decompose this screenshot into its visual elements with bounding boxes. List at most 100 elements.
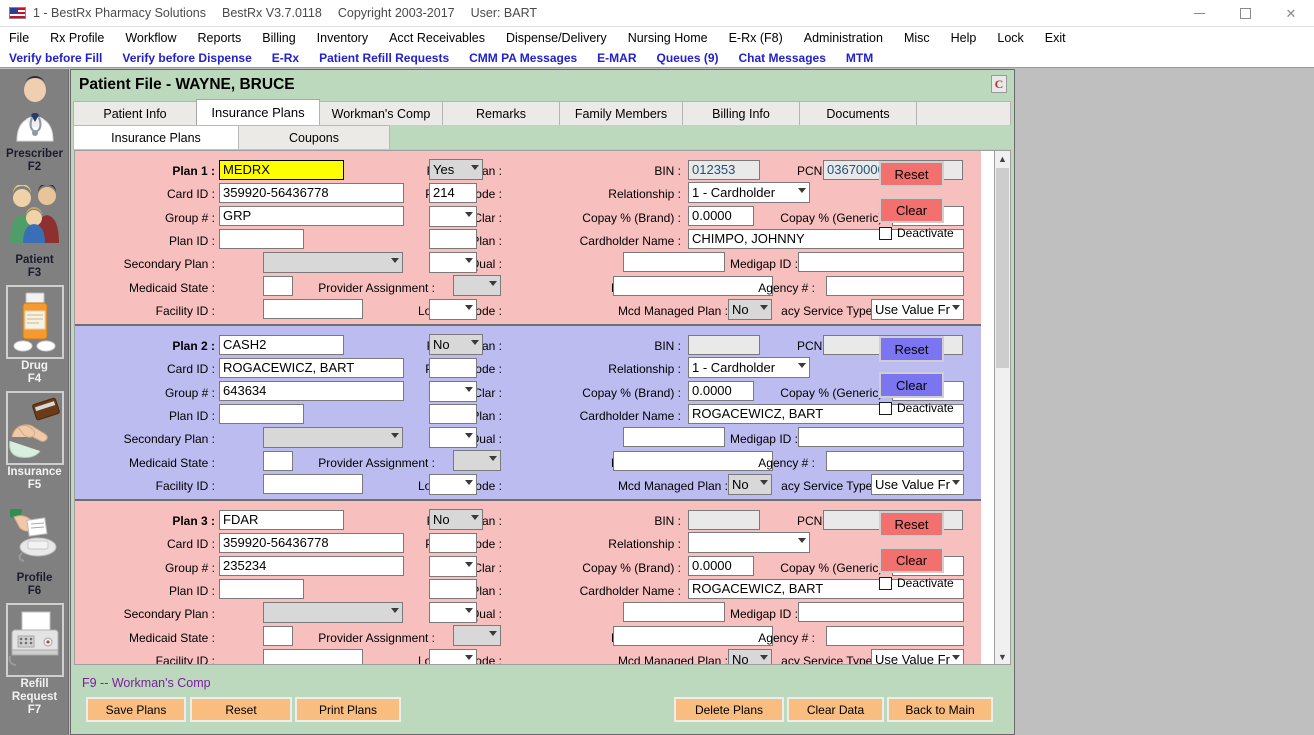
agency-input[interactable] — [826, 276, 964, 296]
quicklink-queues-9[interactable]: Queues (9) — [657, 51, 719, 65]
bin-input[interactable] — [688, 335, 760, 355]
quicklink-patient-refill-requests[interactable]: Patient Refill Requests — [319, 51, 449, 65]
medicaid-state-input[interactable] — [263, 276, 293, 296]
maximize-button[interactable] — [1222, 0, 1268, 27]
medicaid-state-input[interactable] — [263, 626, 293, 646]
menu-item-reports[interactable]: Reports — [198, 31, 242, 45]
home-plan-input[interactable] — [429, 229, 477, 249]
location-code-select[interactable] — [429, 474, 477, 495]
menu-item-workflow[interactable]: Workflow — [125, 31, 176, 45]
primary-plan-select[interactable]: No — [429, 509, 483, 530]
location-code-select[interactable] — [429, 649, 477, 665]
menu-item-billing[interactable]: Billing — [262, 31, 295, 45]
plan-id-input[interactable] — [219, 579, 304, 599]
button-save-plans[interactable]: Save Plans — [86, 697, 186, 722]
copay-brand-input[interactable]: 0.0000 — [688, 381, 754, 401]
mcd-managed-plan-select[interactable]: No — [728, 299, 772, 320]
deactivate-checkbox[interactable] — [879, 577, 892, 590]
pharmacy-service-type-select[interactable]: Use Value Fr — [871, 299, 964, 320]
secondary-plan-select[interactable] — [263, 602, 403, 623]
subtab-coupons[interactable]: Coupons — [238, 125, 390, 149]
tab-family-members[interactable]: Family Members — [559, 101, 683, 125]
home-plan-input[interactable] — [429, 579, 477, 599]
elig-clar-select[interactable] — [429, 381, 477, 402]
menu-item-misc[interactable]: Misc — [904, 31, 930, 45]
plan-clear-button[interactable]: Clear — [879, 372, 944, 398]
plans-vertical-scrollbar[interactable]: ▲ ▼ — [994, 150, 1011, 665]
provider-assignment-select[interactable] — [453, 275, 501, 296]
scrollbar-thumb[interactable] — [996, 168, 1009, 368]
minimize-button[interactable] — [1176, 0, 1222, 27]
sidebar-item-insurance[interactable]: InsuranceF5 — [0, 391, 69, 494]
elig-clar-select[interactable] — [429, 556, 477, 577]
primary-plan-select[interactable]: No — [429, 334, 483, 355]
plan-clear-button[interactable]: Clear — [879, 197, 944, 223]
card-id-input[interactable]: 359920-56436778 — [219, 183, 404, 203]
agency-input[interactable] — [826, 451, 964, 471]
button-clear-data[interactable]: Clear Data — [787, 697, 884, 722]
group-input[interactable]: 643634 — [219, 381, 404, 401]
medicaid-id-input[interactable] — [613, 276, 773, 296]
deactivate-checkbox[interactable] — [879, 227, 892, 240]
person-code-input[interactable] — [429, 358, 477, 378]
plan-reset-button[interactable]: Reset — [879, 161, 944, 187]
tab-documents[interactable]: Documents — [799, 101, 917, 125]
bin-input[interactable]: 012353 — [688, 160, 760, 180]
menu-item-acct-receivables[interactable]: Acct Receivables — [389, 31, 485, 45]
plan-reset-button[interactable]: Reset — [879, 336, 944, 362]
op-id-input[interactable] — [623, 602, 725, 622]
menu-item-administration[interactable]: Administration — [804, 31, 883, 45]
quicklink-verify-before-dispense[interactable]: Verify before Dispense — [122, 51, 251, 65]
quicklink-chat-messages[interactable]: Chat Messages — [739, 51, 826, 65]
pharmacy-service-type-select[interactable]: Use Value Fr — [871, 474, 964, 495]
plan-id-input[interactable] — [219, 229, 304, 249]
tab-billing-info[interactable]: Billing Info — [682, 101, 800, 125]
plan-name-input[interactable]: FDAR — [219, 510, 344, 530]
op-id-input[interactable] — [623, 252, 725, 272]
op-id-qual-select[interactable] — [429, 602, 477, 623]
close-button[interactable]: ✕ — [1268, 0, 1314, 27]
deactivate-checkbox[interactable] — [879, 402, 892, 415]
secondary-plan-select[interactable] — [263, 252, 403, 273]
relationship-select[interactable]: 1 - Cardholder — [688, 182, 810, 203]
copay-brand-input[interactable]: 0.0000 — [688, 556, 754, 576]
plan-name-input[interactable]: CASH2 — [219, 335, 344, 355]
menu-item-inventory[interactable]: Inventory — [317, 31, 368, 45]
group-input[interactable]: GRP — [219, 206, 404, 226]
person-code-input[interactable]: 214 — [429, 183, 477, 203]
op-id-qual-select[interactable] — [429, 252, 477, 273]
menu-item-e-rx-f8[interactable]: E-Rx (F8) — [729, 31, 783, 45]
menu-item-lock[interactable]: Lock — [997, 31, 1023, 45]
menu-item-file[interactable]: File — [9, 31, 29, 45]
sidebar-item-profile[interactable]: ProfileF6 — [0, 497, 69, 600]
group-input[interactable]: 235234 — [219, 556, 404, 576]
copay-brand-input[interactable]: 0.0000 — [688, 206, 754, 226]
menu-item-rx-profile[interactable]: Rx Profile — [50, 31, 104, 45]
quicklink-cmm-pa-messages[interactable]: CMM PA Messages — [469, 51, 577, 65]
facility-id-input[interactable] — [263, 299, 363, 319]
menu-item-dispense-delivery[interactable]: Dispense/Delivery — [506, 31, 607, 45]
menu-item-exit[interactable]: Exit — [1045, 31, 1066, 45]
op-id-qual-select[interactable] — [429, 427, 477, 448]
plan-id-input[interactable] — [219, 404, 304, 424]
subtab-insurance-plans[interactable]: Insurance Plans — [73, 125, 239, 149]
medicaid-state-input[interactable] — [263, 451, 293, 471]
medigap-id-input[interactable] — [798, 427, 964, 447]
secondary-plan-select[interactable] — [263, 427, 403, 448]
corner-c-badge[interactable]: C — [991, 75, 1007, 93]
quicklink-mtm[interactable]: MTM — [846, 51, 873, 65]
primary-plan-select[interactable]: Yes — [429, 159, 483, 180]
op-id-input[interactable] — [623, 427, 725, 447]
medicaid-id-input[interactable] — [613, 626, 773, 646]
medigap-id-input[interactable] — [798, 252, 964, 272]
tab-insurance-plans[interactable]: Insurance Plans — [196, 99, 320, 125]
button-back-to-main[interactable]: Back to Main — [887, 697, 993, 722]
menu-item-nursing-home[interactable]: Nursing Home — [628, 31, 708, 45]
relationship-select[interactable] — [688, 532, 810, 553]
button-delete-plans[interactable]: Delete Plans — [674, 697, 784, 722]
sidebar-item-refill-request[interactable]: Refill RequestF7 — [0, 603, 69, 719]
mcd-managed-plan-select[interactable]: No — [728, 474, 772, 495]
button-reset[interactable]: Reset — [190, 697, 292, 722]
tab-patient-info[interactable]: Patient Info — [73, 101, 197, 125]
medigap-id-input[interactable] — [798, 602, 964, 622]
